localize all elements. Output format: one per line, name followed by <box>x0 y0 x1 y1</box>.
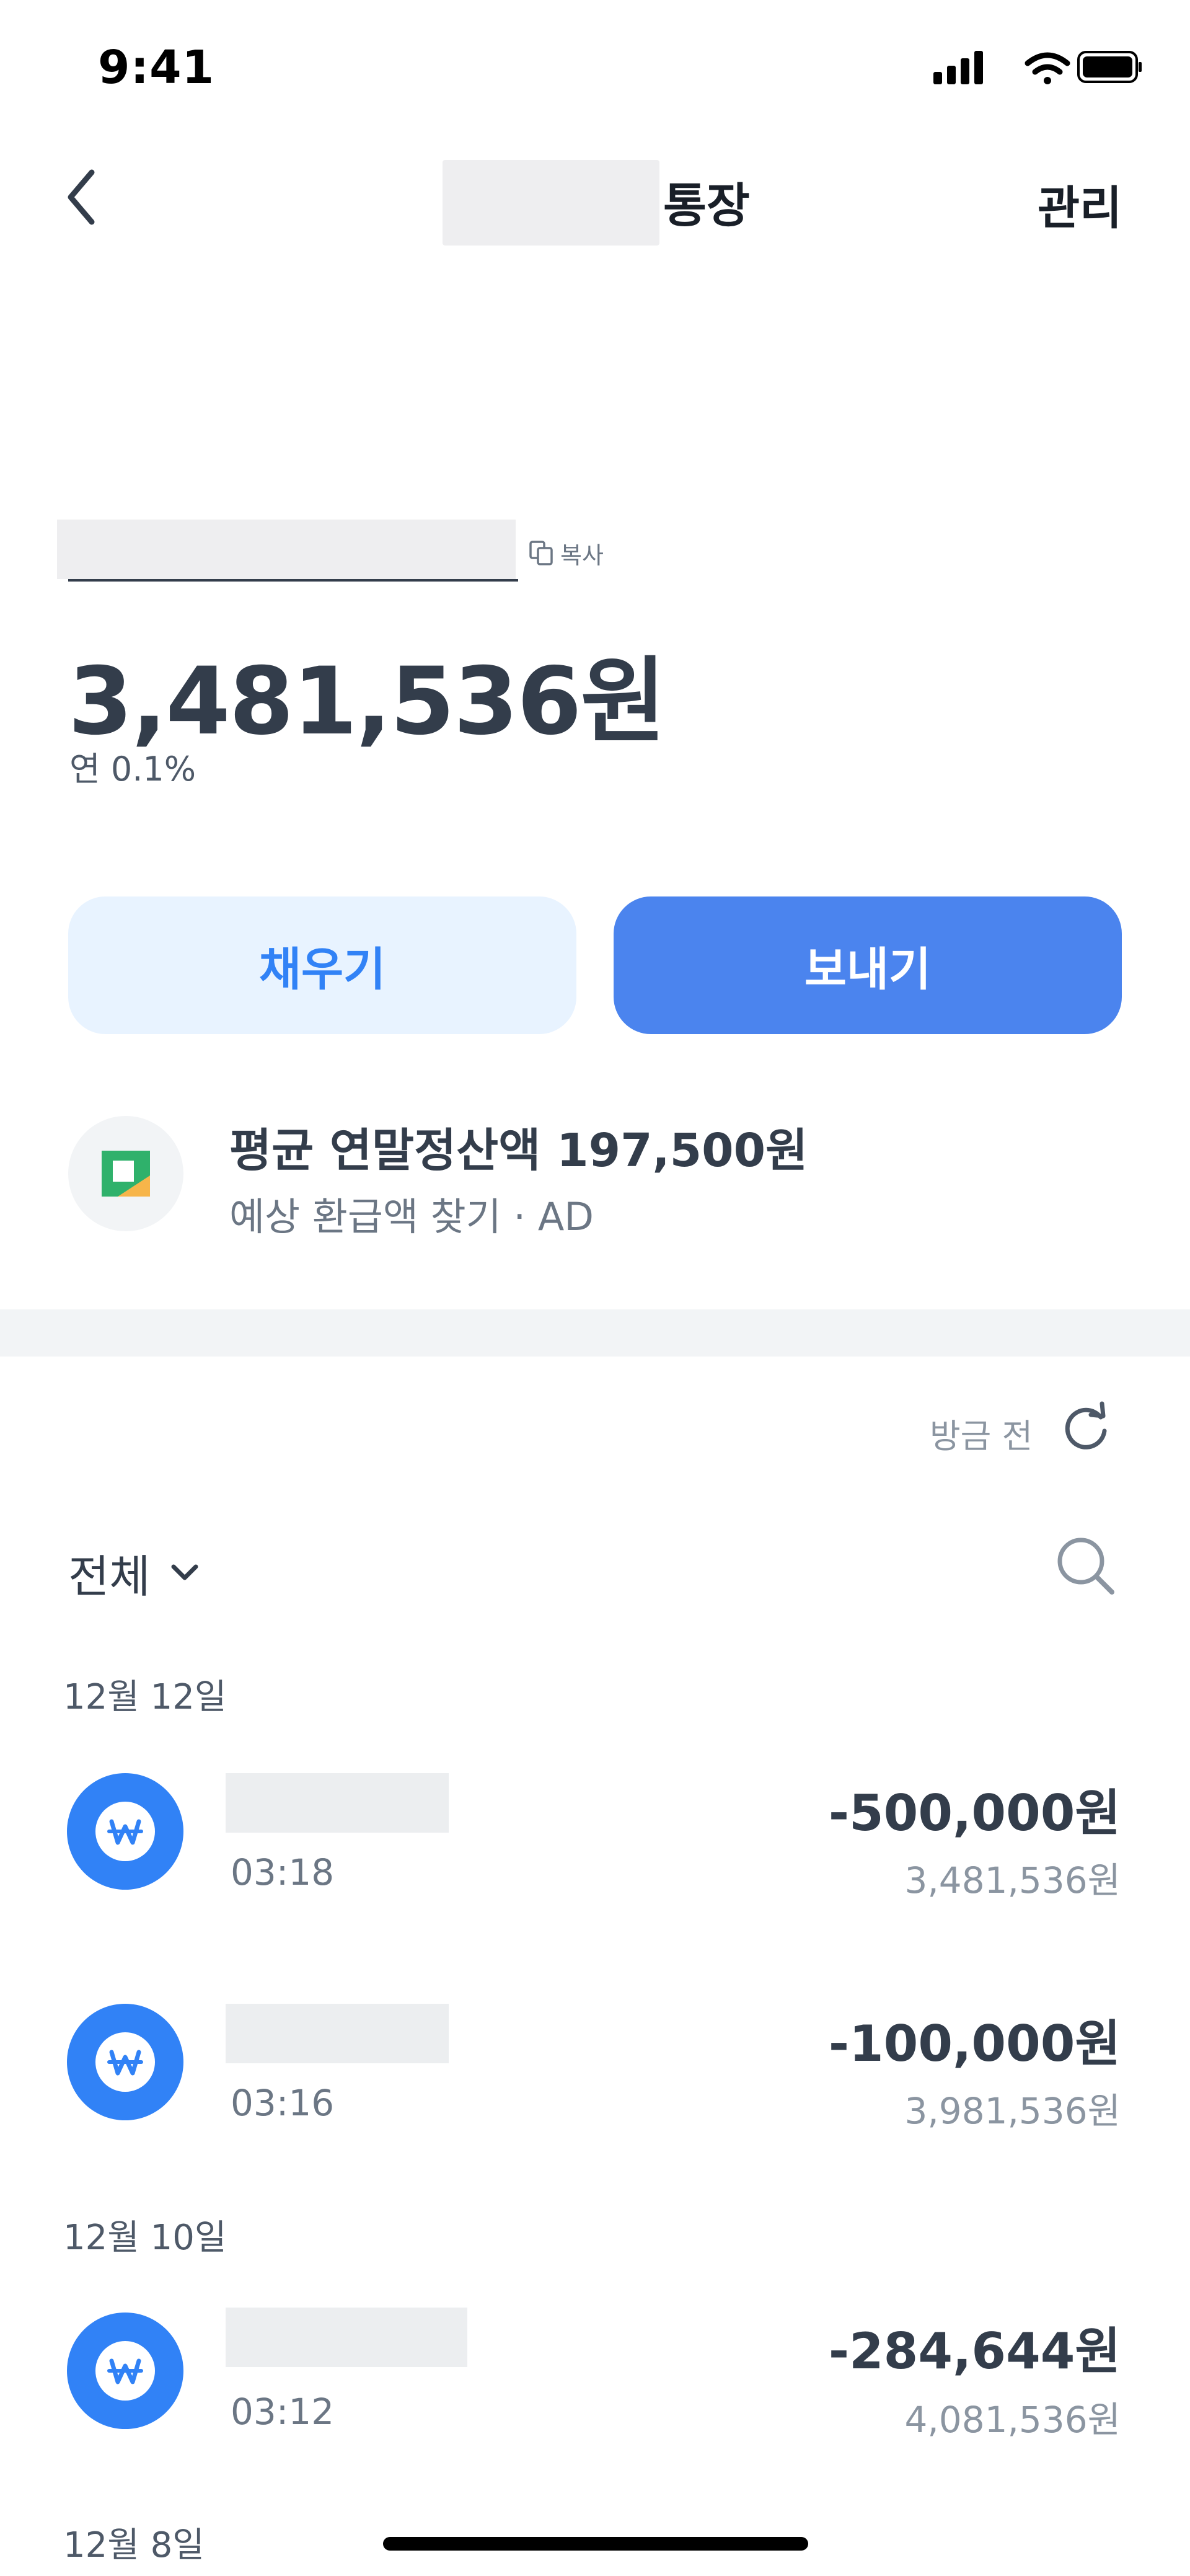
send-button[interactable]: 보내기 <box>614 896 1122 1034</box>
ad-subtitle[interactable]: 예상 환급액 찾기 · AD <box>229 1185 594 1241</box>
won-icon <box>107 2050 143 2076</box>
account-balance: 3,481,536원 <box>68 648 666 756</box>
won-icon <box>107 2358 143 2384</box>
filter-label: 전체 <box>68 1551 151 1603</box>
account-number-underline <box>68 579 518 582</box>
transaction-time: 03:12 <box>231 2391 335 2433</box>
date-header: 12월 10일 <box>63 2218 227 2258</box>
date-header: 12월 12일 <box>63 1677 227 1717</box>
transaction-icon <box>67 2004 183 2120</box>
transaction-icon <box>67 2313 183 2429</box>
transaction-amount[interactable]: -284,644원 <box>829 2311 1121 2383</box>
home-indicator[interactable] <box>383 2537 808 2551</box>
status-icons <box>933 48 1142 86</box>
chevron-down-icon <box>171 1564 198 1580</box>
transaction-balance: 3,981,536원 <box>904 2090 1121 2132</box>
chevron-left-icon <box>68 169 95 225</box>
back-button[interactable] <box>60 161 109 236</box>
interest-rate: 연 0.1% <box>69 750 196 789</box>
copy-label: 복사 <box>560 541 604 569</box>
transaction-name-redacted <box>226 2004 449 2063</box>
transaction-time: 03:18 <box>231 1851 335 1893</box>
cellular-signal-icon <box>933 51 983 84</box>
account-name-redacted <box>443 160 659 246</box>
search-button[interactable] <box>1051 1531 1121 1601</box>
ad-title[interactable]: 평균 연말정산액 197,500원 <box>229 1113 808 1180</box>
copy-button[interactable]: 복사 <box>528 534 604 572</box>
search-icon <box>1057 1538 1114 1595</box>
battery-icon <box>1077 51 1142 83</box>
copy-icon <box>529 541 553 565</box>
refresh-icon <box>1065 1401 1107 1450</box>
wifi-icon <box>1025 52 1070 84</box>
transaction-balance: 4,081,536원 <box>904 2399 1121 2441</box>
status-time: 9:41 <box>98 41 215 94</box>
last-updated-label: 방금 전 <box>930 1417 1033 1456</box>
fill-button[interactable]: 채우기 <box>68 896 576 1034</box>
filter-dropdown[interactable]: 전체 <box>68 1540 203 1605</box>
transaction-name-redacted <box>226 2308 467 2367</box>
transaction-balance: 3,481,536원 <box>904 1859 1121 1901</box>
transaction-amount[interactable]: -500,000원 <box>829 1773 1121 1845</box>
transaction-amount[interactable]: -100,000원 <box>829 2004 1121 2076</box>
transaction-icon <box>67 1773 183 1890</box>
section-divider <box>0 1309 1190 1357</box>
refresh-button[interactable] <box>1056 1399 1116 1458</box>
page-title: 통장 <box>663 178 750 233</box>
ad-banner-icon[interactable] <box>68 1116 183 1231</box>
transaction-name-redacted <box>226 1773 449 1833</box>
date-header: 12월 8일 <box>63 2525 205 2565</box>
tax-refund-icon <box>102 1151 150 1197</box>
manage-button[interactable]: 관리 <box>1038 171 1122 237</box>
transaction-time: 03:16 <box>231 2082 335 2124</box>
won-icon <box>107 1819 143 1845</box>
account-number-redacted <box>57 520 516 579</box>
